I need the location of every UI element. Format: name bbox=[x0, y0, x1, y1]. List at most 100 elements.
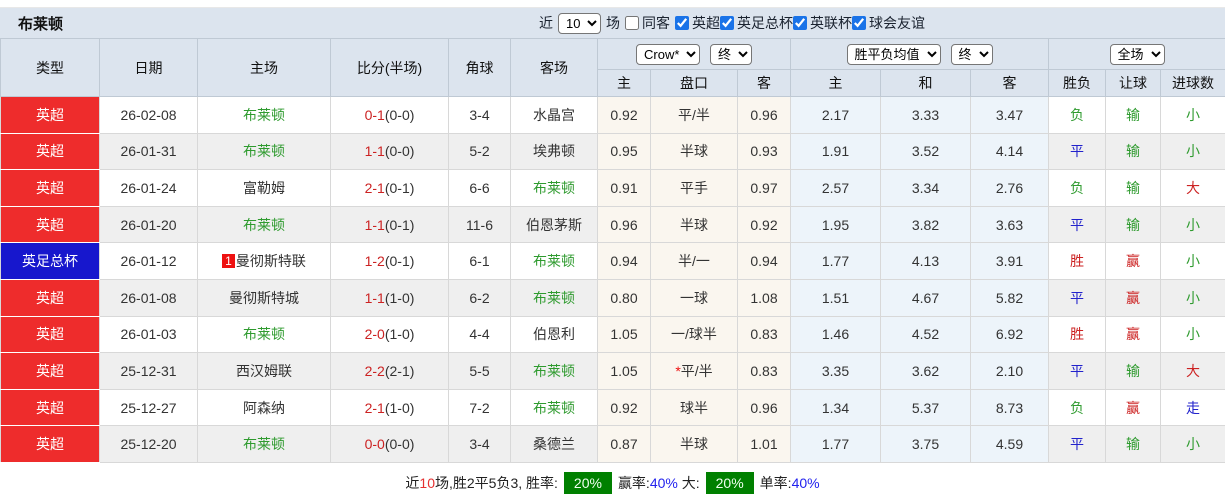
avg-time-select[interactable]: 终 bbox=[950, 43, 993, 65]
league-type-badge: 英超 bbox=[0, 96, 100, 134]
title-bar: 布莱顿 近 10 场 同客 英超 英足总杯 英联杯 球会友谊 bbox=[0, 8, 1225, 38]
result-handicap: 赢 bbox=[1105, 242, 1161, 280]
halftime-score: (0-1) bbox=[384, 253, 415, 270]
avg-group-header: 胜平负均值 终 bbox=[790, 38, 1049, 70]
handicap-line: *平/半 bbox=[650, 352, 738, 390]
avg-home: 1.34 bbox=[790, 388, 881, 427]
score-cell: 0-1(0-0) bbox=[330, 96, 449, 134]
odds-away: 0.96 bbox=[737, 388, 791, 427]
match-row: 英超 26-01-24 富勒姆 2-1(0-1) 6-6 布莱顿 0.91 平手 0.97 2.5… bbox=[0, 169, 1225, 207]
away-team-name: 布莱顿 bbox=[533, 253, 575, 270]
summary-record: 场,胜2平5负3, 胜率: bbox=[434, 474, 558, 491]
avg-home: 1.77 bbox=[790, 242, 881, 280]
fulltime-score: 1-1 bbox=[364, 289, 385, 306]
avg-type-select[interactable]: 胜平负均值 bbox=[846, 43, 941, 65]
win-rate-badge: 20% bbox=[563, 471, 612, 494]
league-option-premier[interactable]: 英超 bbox=[675, 13, 720, 33]
subcol-handicap: 盘口 bbox=[650, 69, 738, 97]
avg-draw: 4.67 bbox=[880, 278, 971, 317]
score-cell: 1-2(0-1) bbox=[330, 242, 449, 280]
same-opponent-label: 同客 bbox=[642, 15, 670, 31]
same-opponent-checkbox[interactable] bbox=[625, 16, 639, 30]
subcol-result-handicap: 让球 bbox=[1105, 69, 1161, 97]
same-opponent-option[interactable]: 同客 bbox=[625, 13, 670, 33]
league-type-badge: 英超 bbox=[0, 278, 100, 317]
away-team-cell: 布莱顿 bbox=[510, 352, 598, 390]
summary-winodds-label: 赢率: bbox=[617, 474, 650, 491]
bookmaker-select[interactable]: Crow* bbox=[636, 43, 700, 65]
league-option-eflcup[interactable]: 英联杯 bbox=[793, 13, 852, 33]
odds-away: 1.08 bbox=[737, 278, 791, 317]
result-handicap: 输 bbox=[1105, 169, 1161, 207]
match-row: 英超 26-01-03 布莱顿 2-0(1-0) 4-4 伯恩利 1.05 一/球半 0.83 1… bbox=[0, 315, 1225, 354]
away-team-name: 水晶宫 bbox=[533, 106, 575, 123]
league-checkbox-eflcup[interactable] bbox=[793, 16, 807, 30]
home-team-name: 曼彻斯特城 bbox=[229, 289, 299, 306]
league-label: 球会友谊 bbox=[869, 15, 925, 31]
home-team-cell: 1 曼彻斯特联 bbox=[197, 242, 331, 280]
league-label: 英超 bbox=[692, 15, 720, 31]
result-goals: 小 bbox=[1159, 96, 1225, 134]
result-goals: 大 bbox=[1159, 169, 1225, 207]
league-label: 英联杯 bbox=[810, 15, 852, 31]
home-team-name: 阿森纳 bbox=[243, 399, 285, 416]
league-type-badge: 英超 bbox=[0, 205, 100, 244]
home-team-cell: 布莱顿 bbox=[197, 425, 331, 463]
result-goals: 大 bbox=[1159, 352, 1225, 390]
away-team-cell: 布莱顿 bbox=[510, 169, 598, 207]
match-date: 26-01-20 bbox=[99, 205, 198, 244]
handicap-line: 一/球半 bbox=[650, 315, 738, 354]
winodds-rate-value: 40% bbox=[649, 474, 678, 491]
away-team-cell: 布莱顿 bbox=[510, 242, 598, 280]
score-cell: 1-1(0-0) bbox=[330, 132, 449, 171]
match-date: 26-02-08 bbox=[99, 96, 198, 134]
match-count-select[interactable]: 10 bbox=[558, 12, 601, 34]
league-checkbox-facup[interactable] bbox=[720, 16, 734, 30]
home-team-cell: 西汉姆联 bbox=[197, 352, 331, 390]
result-handicap: 输 bbox=[1105, 96, 1161, 134]
league-checkbox-premier[interactable] bbox=[675, 16, 689, 30]
away-team-cell: 布莱顿 bbox=[510, 278, 598, 317]
avg-away: 2.76 bbox=[970, 169, 1049, 207]
subcol-avg-draw: 和 bbox=[880, 69, 971, 97]
subcol-odds-away: 客 bbox=[737, 69, 791, 97]
handicap-line: 半球 bbox=[650, 425, 738, 463]
score-cell: 1-1(1-0) bbox=[330, 278, 449, 317]
summary-prefix: 近 bbox=[405, 474, 420, 491]
result-handicap: 赢 bbox=[1105, 315, 1161, 354]
avg-away: 4.59 bbox=[970, 425, 1049, 463]
neutral-badge: 1 bbox=[222, 254, 235, 269]
corner-count: 6-1 bbox=[448, 242, 511, 280]
corner-count: 6-6 bbox=[448, 169, 511, 207]
recent-label: 近 bbox=[539, 15, 553, 31]
odds-time-select[interactable]: 终 bbox=[710, 43, 752, 65]
result-goals: 小 bbox=[1159, 132, 1225, 171]
match-date: 25-12-27 bbox=[99, 388, 198, 427]
summary-footer: 近 10 场,胜2平5负3, 胜率: 20% 赢率: 40% 大: 20% 单率: 40% bbox=[0, 462, 1225, 502]
league-option-friendly[interactable]: 球会友谊 bbox=[852, 13, 925, 33]
home-team-name: 布莱顿 bbox=[243, 436, 285, 453]
summary-odd-label: 单率: bbox=[759, 474, 792, 491]
odds-home: 1.05 bbox=[597, 352, 651, 390]
odds-home: 0.80 bbox=[597, 278, 651, 317]
result-wdl: 负 bbox=[1048, 96, 1106, 134]
home-team-cell: 富勒姆 bbox=[197, 169, 331, 207]
home-team-cell: 曼彻斯特城 bbox=[197, 278, 331, 317]
home-team-cell: 布莱顿 bbox=[197, 205, 331, 244]
away-team-name: 布莱顿 bbox=[533, 399, 575, 416]
result-handicap: 赢 bbox=[1105, 388, 1161, 427]
league-checkbox-friendly[interactable] bbox=[852, 16, 866, 30]
avg-draw: 3.82 bbox=[880, 205, 971, 244]
match-row: 英超 26-01-31 布莱顿 1-1(0-0) 5-2 埃弗顿 0.95 半球 0.93 1.9… bbox=[0, 132, 1225, 171]
scope-select[interactable]: 全场 bbox=[1109, 43, 1165, 65]
result-goals: 小 bbox=[1159, 278, 1225, 317]
league-type-badge: 英超 bbox=[0, 315, 100, 354]
match-date: 25-12-20 bbox=[99, 425, 198, 463]
match-date: 25-12-31 bbox=[99, 352, 198, 390]
avg-draw: 3.34 bbox=[880, 169, 971, 207]
league-option-facup[interactable]: 英足总杯 bbox=[720, 13, 793, 33]
col-header-type: 类型 bbox=[0, 38, 100, 97]
halftime-score: (1-0) bbox=[384, 326, 415, 343]
result-goals: 小 bbox=[1159, 425, 1225, 463]
team-title: 布莱顿 bbox=[18, 15, 64, 33]
